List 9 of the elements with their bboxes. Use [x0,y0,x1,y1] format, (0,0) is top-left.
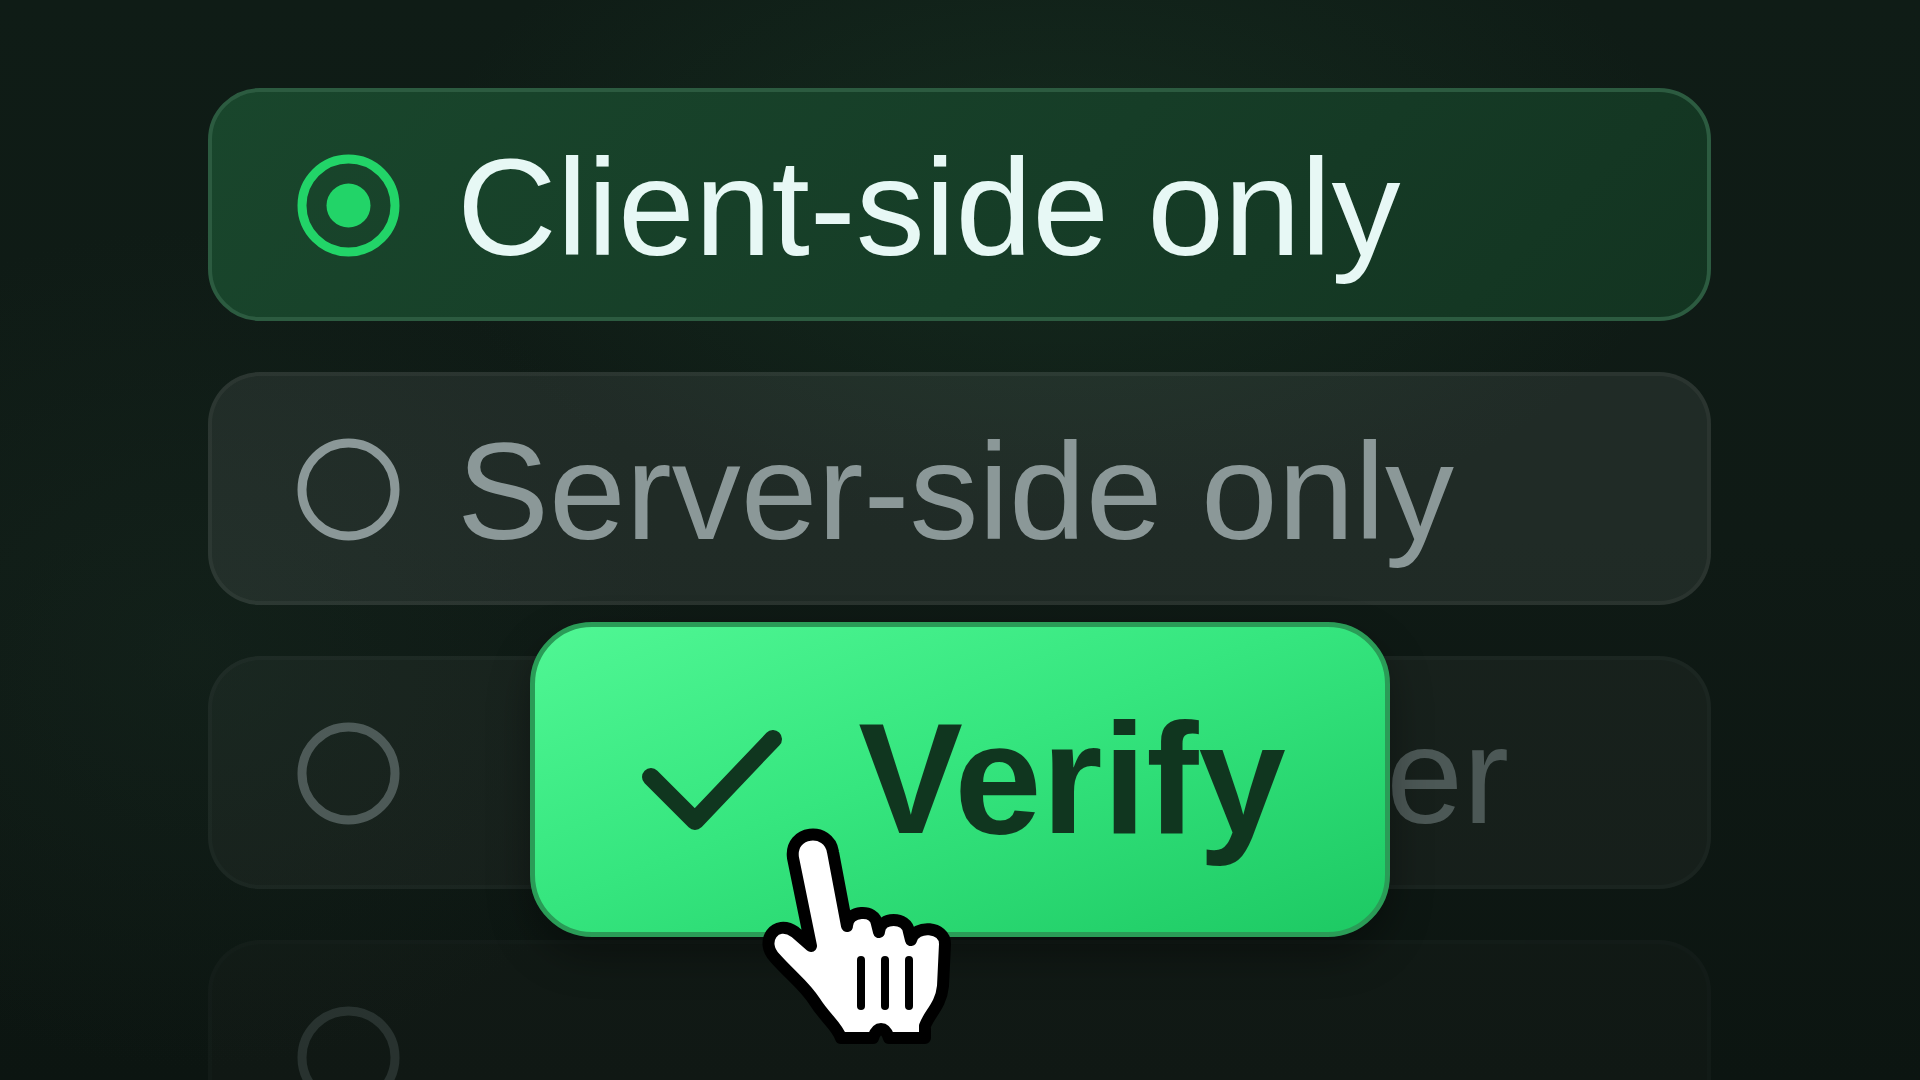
radio-button[interactable] [297,438,400,541]
check-icon [642,729,783,830]
option-row[interactable]: Server-side only [208,372,1711,605]
radio-button[interactable] [297,722,400,825]
radio-button[interactable] [297,154,400,257]
option-row[interactable] [208,940,1711,1080]
option-row[interactable]: Client-side only [208,88,1711,321]
option-label: Client-side only [457,129,1401,286]
option-label: Server-side only [457,413,1455,570]
